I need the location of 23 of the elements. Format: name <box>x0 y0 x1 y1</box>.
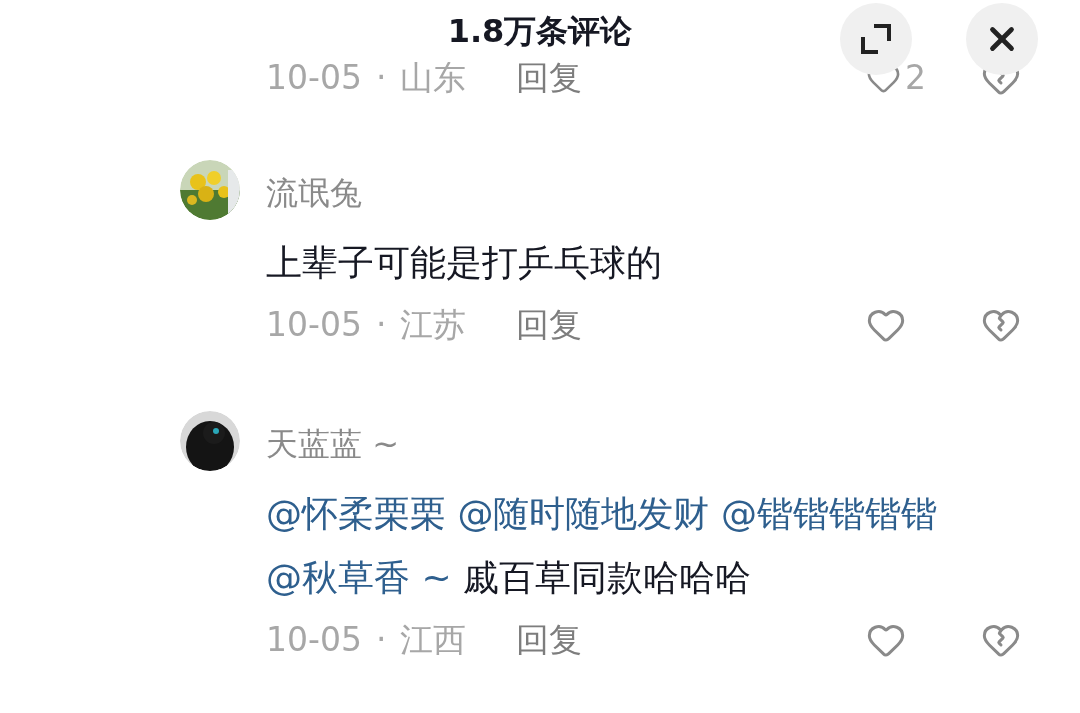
commenter-name: 流氓兔 <box>266 173 363 213</box>
header-title: 1.8万条评论 <box>447 11 633 52</box>
separator-dot: · <box>375 62 387 98</box>
comment-text: 上辈子可能是打乒乓球的 <box>266 241 663 285</box>
comment-location: 山东 <box>400 62 467 98</box>
mention-link[interactable]: @秋草香 ~ <box>266 557 452 598</box>
comment-date: 10-05 <box>266 619 362 662</box>
separator-dot: · <box>375 304 387 347</box>
comment-location: 江苏 <box>400 304 467 347</box>
mention-link[interactable]: @怀柔栗栗 <box>266 493 446 534</box>
reply-button[interactable]: 回复 <box>516 62 583 98</box>
reply-button[interactable]: 回复 <box>516 615 583 665</box>
comment-location: 江西 <box>400 619 467 662</box>
commenter-name: 天蓝蓝 ~ <box>266 424 400 464</box>
mention-link[interactable]: @锴锴锴锴锴 <box>720 493 937 534</box>
like-count: 2 <box>905 62 926 98</box>
comment-date: 10-05 <box>266 304 362 347</box>
mention-link[interactable]: @随时随地发财 <box>457 493 710 534</box>
reply-button[interactable]: 回复 <box>516 300 583 350</box>
comment-date: 10-05 <box>266 62 362 98</box>
expand-icon <box>860 23 892 55</box>
comment-text: @怀柔栗栗 @随时随地发财 @锴锴锴锴锴 @秋草香 ~ 戚百草同款哈哈哈 <box>266 492 938 600</box>
separator-dot: · <box>375 619 387 662</box>
